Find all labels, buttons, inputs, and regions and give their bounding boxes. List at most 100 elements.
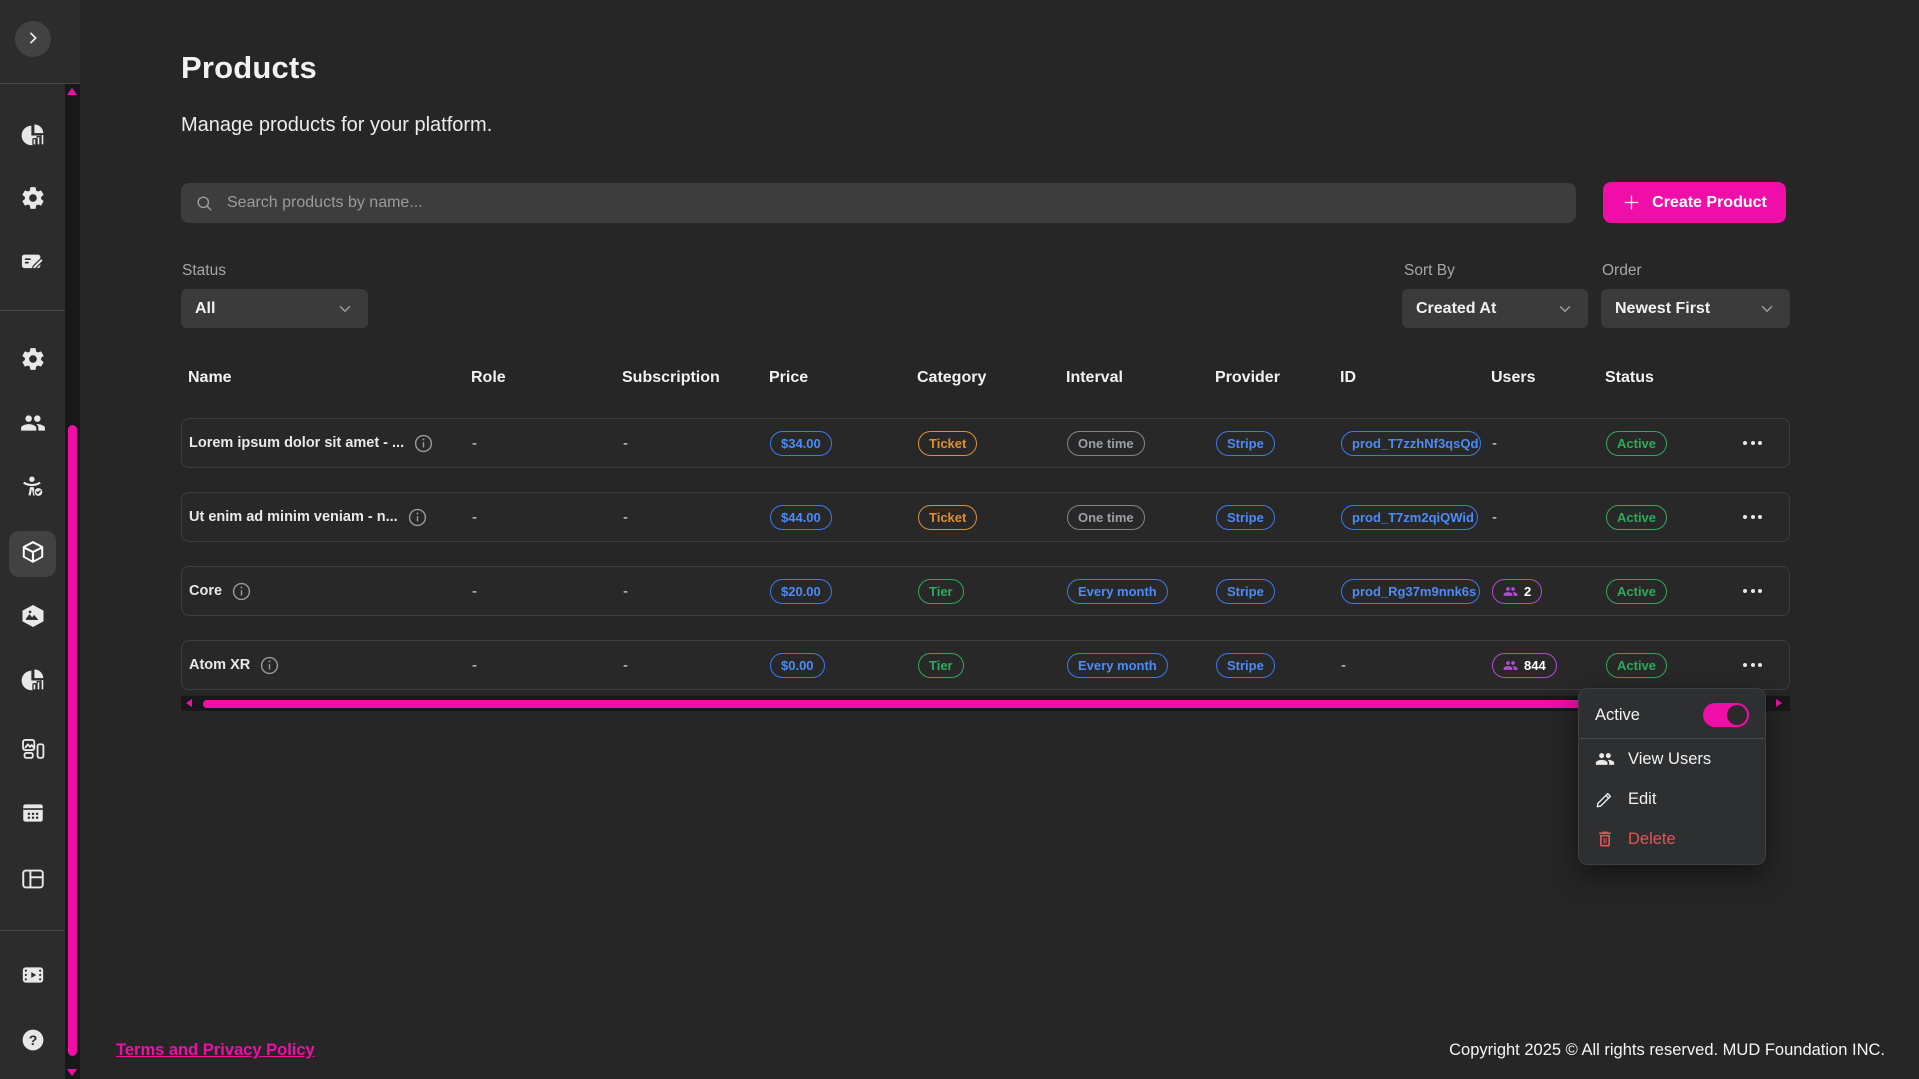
sidebar-item-help[interactable]: ? — [0, 1019, 65, 1065]
row-actions-button[interactable] — [1737, 435, 1768, 451]
status-filter-value: All — [195, 300, 215, 318]
settings-gear-icon — [20, 185, 46, 216]
column-header-users: Users — [1491, 369, 1605, 387]
page-subtitle: Manage products for your platform. — [181, 114, 492, 137]
status-badge: Active — [1606, 653, 1667, 678]
product-name: Core — [189, 583, 222, 599]
row-actions-button[interactable] — [1737, 657, 1768, 673]
sidebar-item-video[interactable] — [0, 954, 65, 1000]
sidebar-item-settings-2[interactable] — [0, 338, 65, 384]
column-header-id: ID — [1340, 369, 1491, 387]
menu-item-label: Edit — [1628, 790, 1656, 809]
order-value: Newest First — [1615, 300, 1710, 318]
sidebar-item-settings[interactable] — [0, 177, 65, 223]
column-header-category: Category — [917, 369, 1066, 387]
menu-item-label: View Users — [1628, 750, 1711, 769]
sidebar-scrollbar-thumb[interactable] — [68, 425, 77, 1056]
column-header-role: Role — [471, 369, 622, 387]
menu-item-view-users[interactable]: View Users — [1579, 739, 1765, 779]
subscription-value: - — [623, 435, 770, 452]
users-icon — [1503, 584, 1518, 599]
help-icon: ? — [20, 1027, 46, 1058]
horizontal-scrollbar-thumb[interactable] — [203, 700, 1759, 708]
sidebar-item-analytics-2[interactable] — [0, 659, 65, 705]
toggle-knob — [1727, 705, 1747, 725]
chevron-down-icon — [1556, 300, 1574, 318]
svg-text:?: ? — [28, 1031, 37, 1047]
scroll-down-arrow-icon[interactable] — [67, 1069, 77, 1076]
layout-icon — [20, 866, 46, 897]
table-row: Atom XR - - $0.00 Tier Every month Strip… — [181, 640, 1790, 690]
subscription-value: - — [623, 509, 770, 526]
products-box-icon — [20, 539, 46, 570]
table-row: Ut enim ad minim veniam - n... - - $44.0… — [181, 492, 1790, 542]
row-actions-button[interactable] — [1737, 509, 1768, 525]
chevron-down-icon — [336, 300, 354, 318]
create-product-label: Create Product — [1652, 194, 1767, 212]
menu-item-label: Delete — [1628, 830, 1676, 849]
info-icon[interactable] — [408, 508, 427, 527]
product-id-value: - — [1341, 657, 1492, 674]
interval-badge: Every month — [1067, 653, 1168, 678]
scroll-left-arrow-icon[interactable] — [186, 699, 192, 707]
search-icon — [195, 194, 214, 213]
info-icon[interactable] — [260, 656, 279, 675]
product-name: Lorem ipsum dolor sit amet - ... — [189, 435, 404, 451]
role-value: - — [472, 583, 623, 600]
sidebar-item-users[interactable] — [0, 402, 65, 448]
active-toggle[interactable] — [1703, 703, 1749, 727]
users-value: - — [1492, 435, 1606, 452]
sidebar-item-analytics[interactable] — [0, 114, 65, 160]
table-header: Name Role Subscription Price Category In… — [181, 358, 1790, 398]
status-badge: Active — [1606, 579, 1667, 604]
info-icon[interactable] — [414, 434, 433, 453]
sort-by-value: Created At — [1416, 300, 1496, 318]
users-icon — [1503, 658, 1518, 673]
price-badge: $34.00 — [770, 431, 832, 456]
sidebar-divider — [0, 930, 65, 931]
card-edit-icon — [20, 249, 46, 280]
sort-by-select[interactable]: Created At — [1402, 289, 1588, 328]
terms-privacy-link[interactable]: Terms and Privacy Policy — [116, 1041, 315, 1060]
sidebar-item-layout[interactable] — [0, 858, 65, 904]
users-icon — [1595, 749, 1615, 769]
product-name: Ut enim ad minim veniam - n... — [189, 509, 398, 525]
status-filter-label: Status — [182, 262, 226, 280]
video-icon — [20, 962, 46, 993]
role-value: - — [472, 509, 623, 526]
scroll-up-arrow-icon[interactable] — [67, 88, 77, 95]
provider-badge: Stripe — [1216, 431, 1275, 456]
status-filter-select[interactable]: All — [181, 289, 368, 328]
subscription-value: - — [623, 583, 770, 600]
table-horizontal-scrollbar[interactable] — [181, 696, 1790, 711]
create-product-button[interactable]: Create Product — [1603, 182, 1786, 223]
category-badge: Ticket — [918, 431, 977, 456]
users-badge: 2 — [1492, 579, 1542, 604]
provider-badge: Stripe — [1216, 579, 1275, 604]
sidebar-item-products[interactable] — [9, 531, 56, 577]
menu-item-edit[interactable]: Edit — [1579, 779, 1765, 819]
sidebar-item-calendar[interactable] — [0, 792, 65, 838]
info-icon[interactable] — [232, 582, 251, 601]
sidebar-item-card-edit[interactable] — [0, 241, 65, 287]
sidebar-item-member-check[interactable] — [0, 466, 65, 512]
analytics-pie-icon — [20, 122, 46, 153]
row-actions-button[interactable] — [1737, 583, 1768, 599]
sidebar-item-media-cube[interactable] — [0, 595, 65, 641]
search-input[interactable] — [225, 193, 1562, 213]
plus-icon — [1622, 193, 1641, 212]
product-id-badge: prod_T7zzhNf3qsQd — [1341, 431, 1481, 456]
sidebar-collapse-button[interactable] — [15, 21, 51, 57]
role-value: - — [472, 657, 623, 674]
sidebar-scrollbar[interactable] — [65, 84, 80, 1079]
media-cube-icon — [20, 603, 46, 634]
app-root: ? Products Manage products for your plat… — [0, 0, 1919, 1079]
chevron-right-icon — [25, 30, 41, 49]
scroll-right-arrow-icon[interactable] — [1776, 699, 1782, 707]
menu-item-delete[interactable]: Delete — [1579, 819, 1765, 859]
copyright-text: Copyright 2025 © All rights reserved. MU… — [1449, 1041, 1885, 1060]
table-row: Lorem ipsum dolor sit amet - ... - - $34… — [181, 418, 1790, 468]
users-count: 2 — [1524, 584, 1531, 599]
order-select[interactable]: Newest First — [1601, 289, 1790, 328]
sidebar-item-devices[interactable] — [0, 728, 65, 774]
